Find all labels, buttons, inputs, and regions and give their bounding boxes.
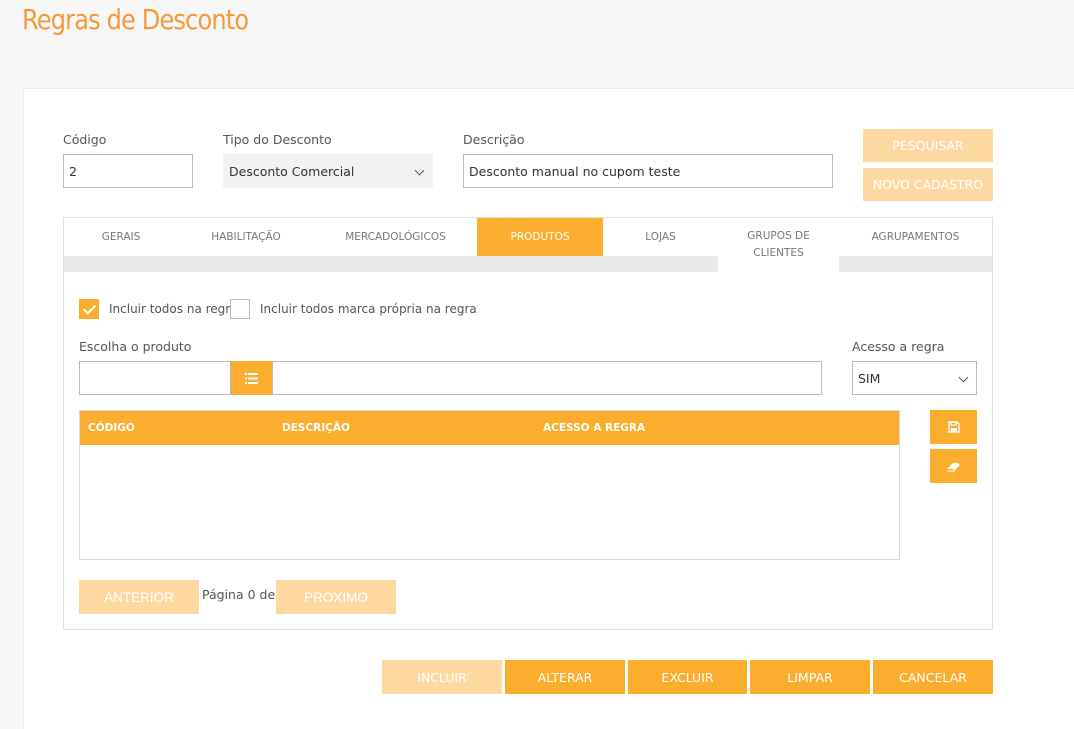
alterar-button[interactable]: ALTERAR bbox=[505, 660, 625, 694]
excluir-button[interactable]: EXCLUIR bbox=[628, 660, 747, 694]
tipo-desconto-value: Desconto Comercial bbox=[229, 163, 355, 179]
clear-button[interactable] bbox=[930, 449, 977, 483]
chevron-down-icon bbox=[958, 372, 969, 383]
codigo-label: Código bbox=[63, 132, 107, 147]
list-icon bbox=[245, 372, 258, 384]
column-descricao[interactable]: DESCRIÇÃO bbox=[282, 422, 350, 434]
save-button[interactable] bbox=[930, 410, 977, 444]
save-icon bbox=[947, 421, 960, 433]
table-header: CÓDIGO DESCRIÇÃO ACESSO A REGRA bbox=[80, 411, 899, 445]
incluir-todos-label: Incluir todos na regra bbox=[109, 302, 238, 316]
pesquisar-button[interactable]: PESQUISAR bbox=[863, 129, 993, 162]
descricao-input[interactable]: Desconto manual no cupom teste bbox=[463, 154, 833, 188]
novo-cadastro-button[interactable]: NOVO CADASTRO bbox=[863, 168, 993, 201]
acesso-regra-value: SIM bbox=[858, 370, 881, 386]
column-codigo[interactable]: CÓDIGO bbox=[88, 422, 135, 434]
tab-grupos-de-clientes[interactable]: GRUPOS DE CLIENTES bbox=[718, 218, 839, 272]
tab-strip bbox=[64, 256, 992, 272]
tipo-desconto-label: Tipo do Desconto bbox=[223, 132, 332, 147]
pagina-info: Página 0 de 0 bbox=[202, 587, 288, 602]
chevron-down-icon bbox=[414, 165, 425, 176]
tab-lojas[interactable]: LOJAS bbox=[603, 218, 718, 256]
eraser-icon bbox=[947, 462, 960, 471]
tab-gerais[interactable]: GERAIS bbox=[64, 218, 178, 256]
acesso-regra-label: Acesso a regra bbox=[852, 339, 945, 354]
proximo-button[interactable]: PROXIMO bbox=[276, 580, 396, 614]
tab-mercadologicos[interactable]: MERCADOLÓGICOS bbox=[314, 218, 477, 256]
anterior-button[interactable]: ANTERIOR bbox=[79, 580, 199, 614]
page-title: Regras de Desconto bbox=[22, 3, 249, 36]
descricao-label: Descrição bbox=[463, 132, 525, 147]
list-search-button[interactable] bbox=[231, 361, 272, 395]
produto-codigo-input[interactable] bbox=[79, 361, 231, 395]
acesso-regra-select[interactable]: SIM bbox=[852, 361, 977, 395]
produto-descricao-input[interactable] bbox=[272, 361, 822, 395]
incluir-todos-checkbox[interactable] bbox=[79, 299, 99, 319]
produtos-table: CÓDIGO DESCRIÇÃO ACESSO A REGRA bbox=[79, 410, 900, 560]
escolha-produto-label: Escolha o produto bbox=[79, 339, 192, 354]
tab-produtos[interactable]: PRODUTOS bbox=[477, 218, 603, 256]
column-acesso-regra[interactable]: ACESSO A REGRA bbox=[543, 422, 645, 434]
incluir-marca-propria-checkbox[interactable] bbox=[230, 299, 250, 319]
tab-agrupamentos[interactable]: AGRUPAMENTOS bbox=[839, 218, 992, 256]
limpar-button[interactable]: LIMPAR bbox=[750, 660, 870, 694]
incluir-marca-propria-label: Incluir todos marca própria na regra bbox=[260, 302, 477, 316]
tab-habilitacao[interactable]: HABILITAÇÃO bbox=[178, 218, 314, 256]
codigo-input[interactable]: 2 bbox=[63, 154, 193, 188]
tipo-desconto-select[interactable]: Desconto Comercial bbox=[223, 154, 433, 188]
incluir-button[interactable]: INCLUIR bbox=[382, 660, 502, 694]
cancelar-button[interactable]: CANCELAR bbox=[873, 660, 993, 694]
